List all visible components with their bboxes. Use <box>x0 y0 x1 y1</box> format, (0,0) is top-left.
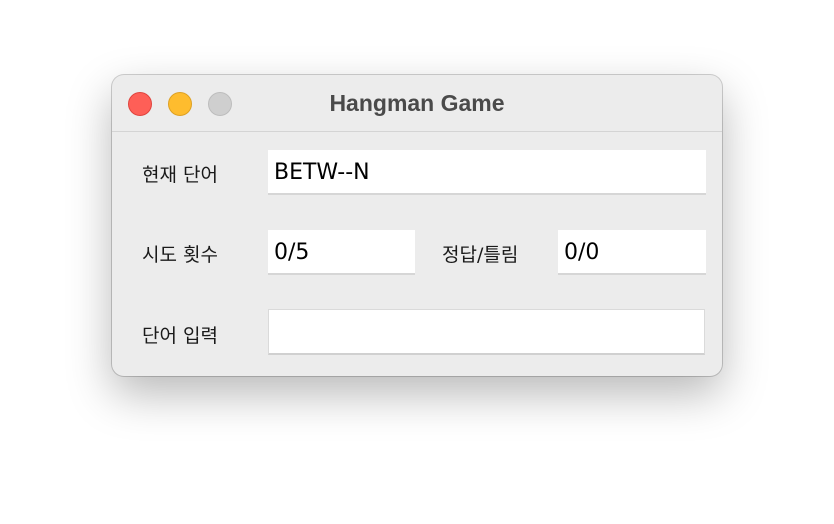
title-bar[interactable]: Hangman Game <box>112 75 722 132</box>
attempts-label: 시도 횟수 <box>142 244 218 266</box>
current-word-field: BETW--N <box>268 150 706 195</box>
app-window: Hangman Game 현재 단어 BETW--N 시도 횟수 0/5 정답/… <box>112 75 722 376</box>
current-word-label: 현재 단어 <box>142 164 218 186</box>
window-title: Hangman Game <box>329 90 505 116</box>
correct-wrong-field: 0/0 <box>558 230 706 275</box>
correct-wrong-label: 정답/틀림 <box>442 244 519 266</box>
word-input-label: 단어 입력 <box>142 325 218 347</box>
attempts-field: 0/5 <box>268 230 415 275</box>
word-input-field[interactable] <box>268 309 705 355</box>
